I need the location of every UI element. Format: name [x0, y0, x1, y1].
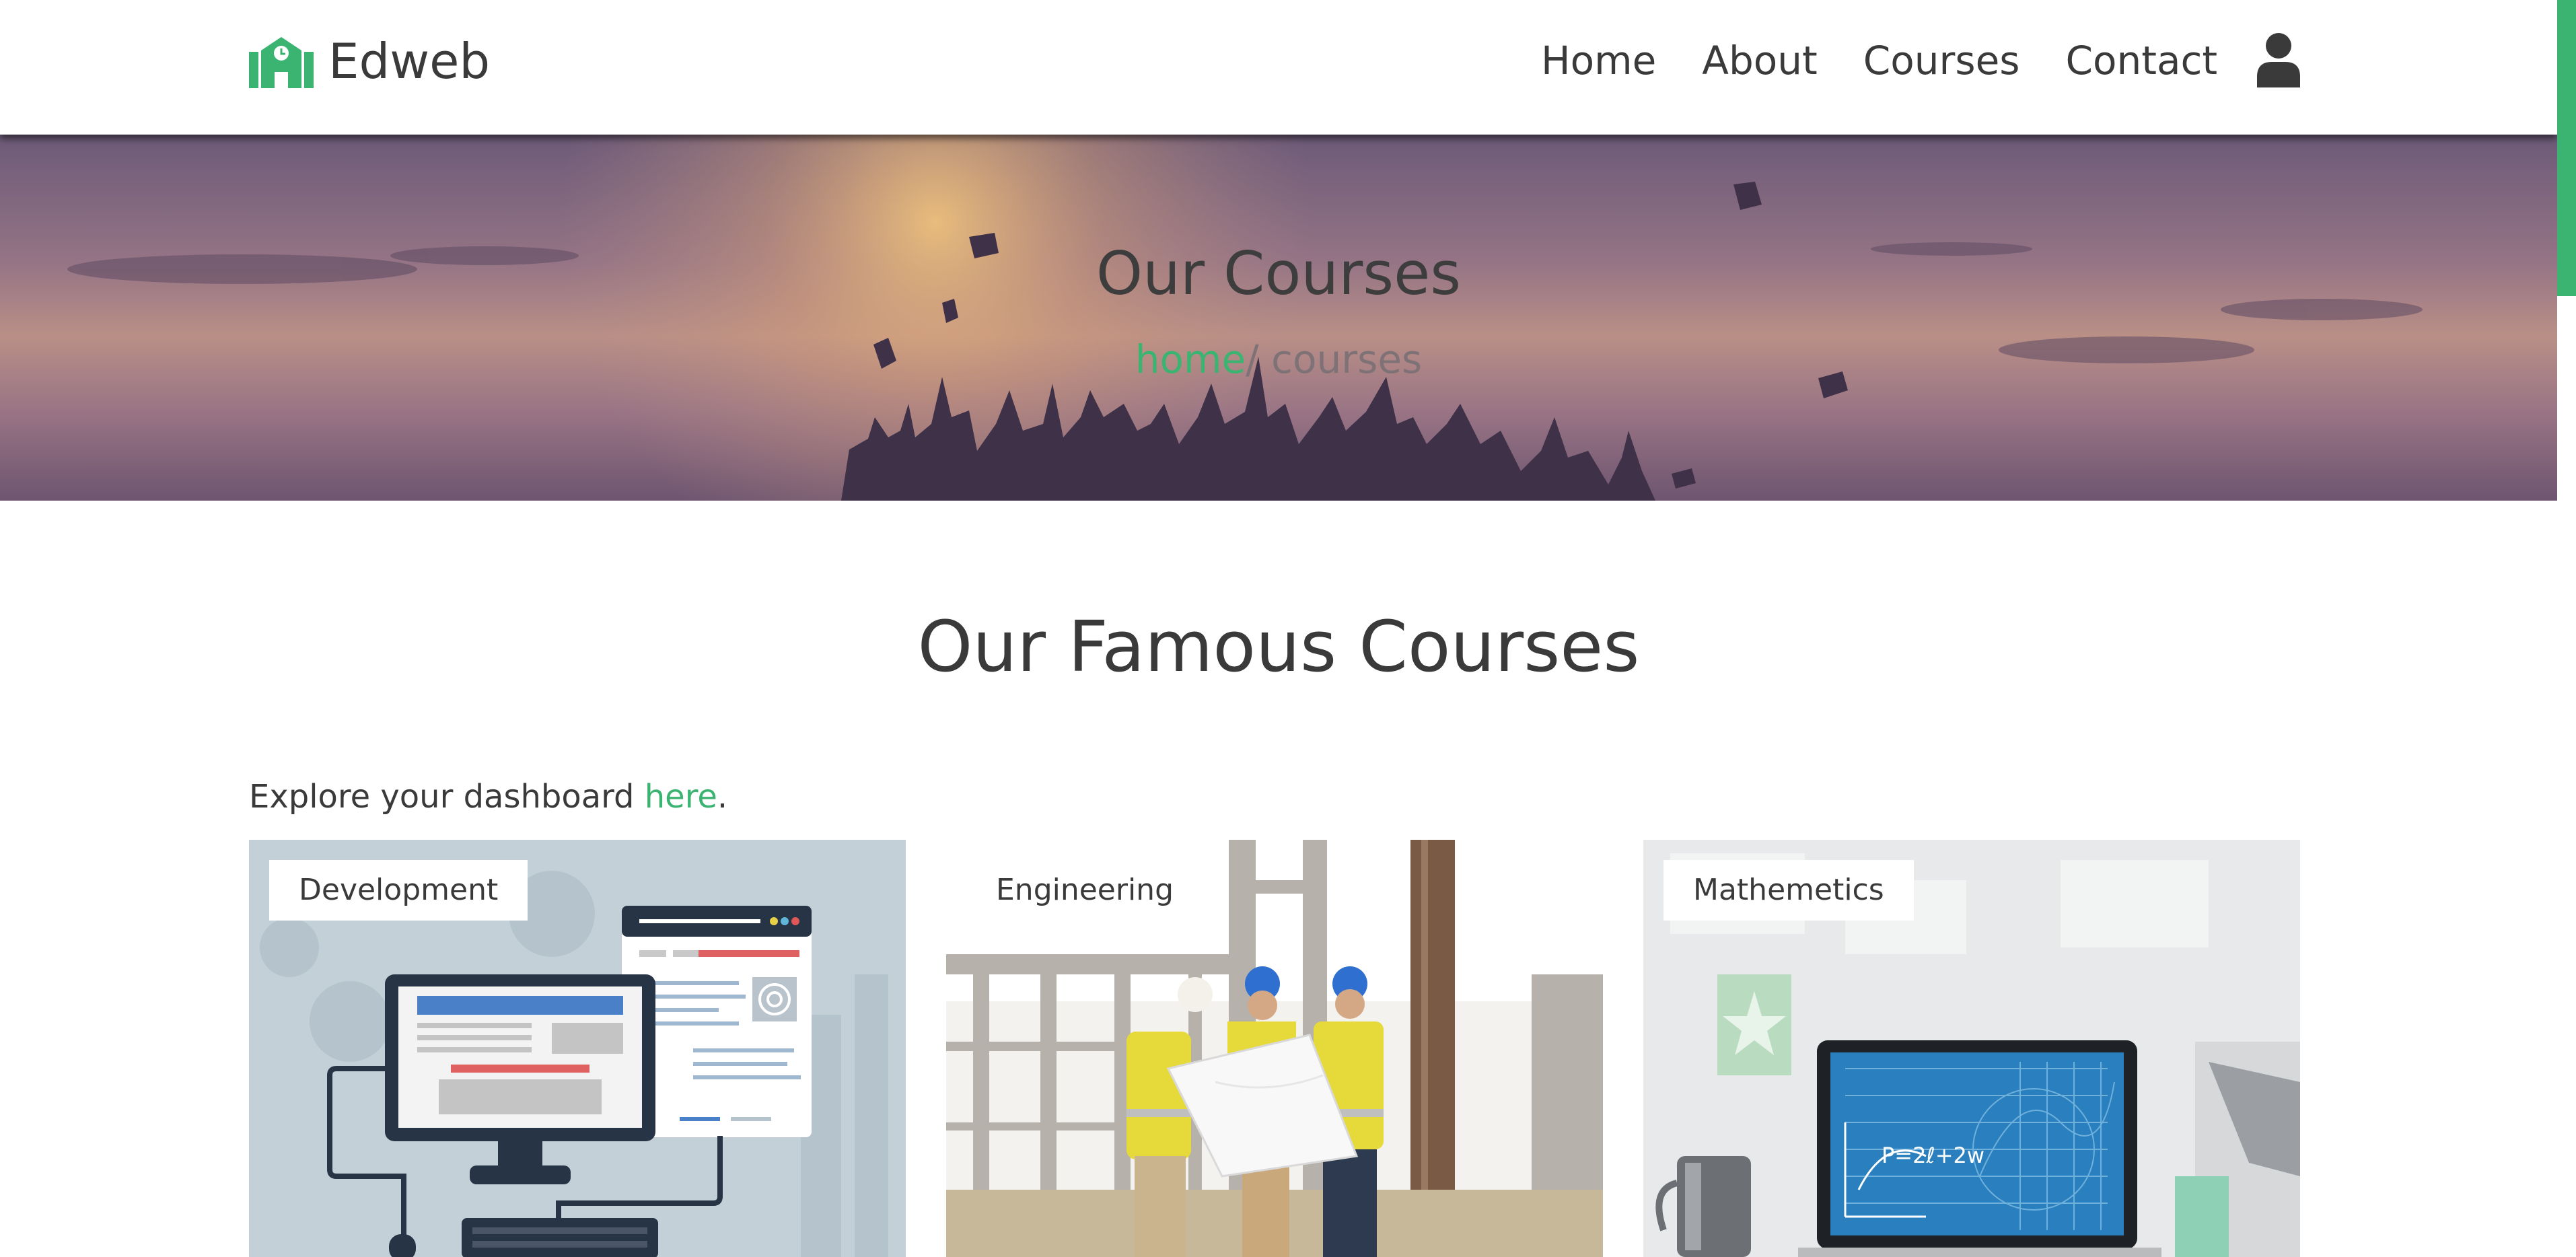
user-icon[interactable] — [2256, 32, 2301, 87]
math-screen-formula: P=2ℓ+2w — [1882, 1143, 1984, 1168]
course-card-development[interactable]: Development — [249, 840, 906, 1257]
course-category-tag: Mathemetics — [1663, 860, 1914, 921]
school-building-icon — [249, 37, 314, 88]
main-nav: Home About Courses Contact — [1541, 35, 2263, 86]
breadcrumb-current: / courses — [1246, 336, 1423, 382]
course-card-engineering[interactable]: Engineering — [946, 840, 1603, 1257]
brand-name: Edweb — [328, 33, 491, 89]
nav-courses[interactable]: Courses — [1863, 35, 2020, 86]
dashboard-link[interactable]: here — [645, 778, 717, 816]
hero-banner: Our Courses home/ courses — [0, 135, 2557, 501]
explore-text: Explore your dashboard here. — [249, 778, 727, 816]
brand-logo[interactable]: Edweb — [249, 32, 490, 90]
page-title: Our Courses — [1096, 239, 1462, 308]
nav-about[interactable]: About — [1702, 35, 1817, 86]
breadcrumb: home/ courses — [0, 336, 2557, 382]
site-header: Edweb Home About Courses Contact — [0, 0, 2557, 135]
course-category-tag: Engineering — [966, 860, 1203, 921]
breadcrumb-home-link[interactable]: home — [1135, 336, 1246, 382]
nav-contact[interactable]: Contact — [2065, 35, 2217, 86]
explore-suffix: . — [717, 778, 728, 816]
course-card-mathematics[interactable]: P=2ℓ+2w Mathemetics — [1643, 840, 2300, 1257]
course-category-tag: Development — [269, 860, 528, 921]
section-title: Our Famous Courses — [917, 606, 1640, 688]
scroll-progress-indicator — [2557, 0, 2576, 296]
explore-label: Explore your dashboard — [249, 778, 645, 816]
nav-home[interactable]: Home — [1541, 35, 1656, 86]
graduation-silhouette-image — [0, 135, 2557, 501]
